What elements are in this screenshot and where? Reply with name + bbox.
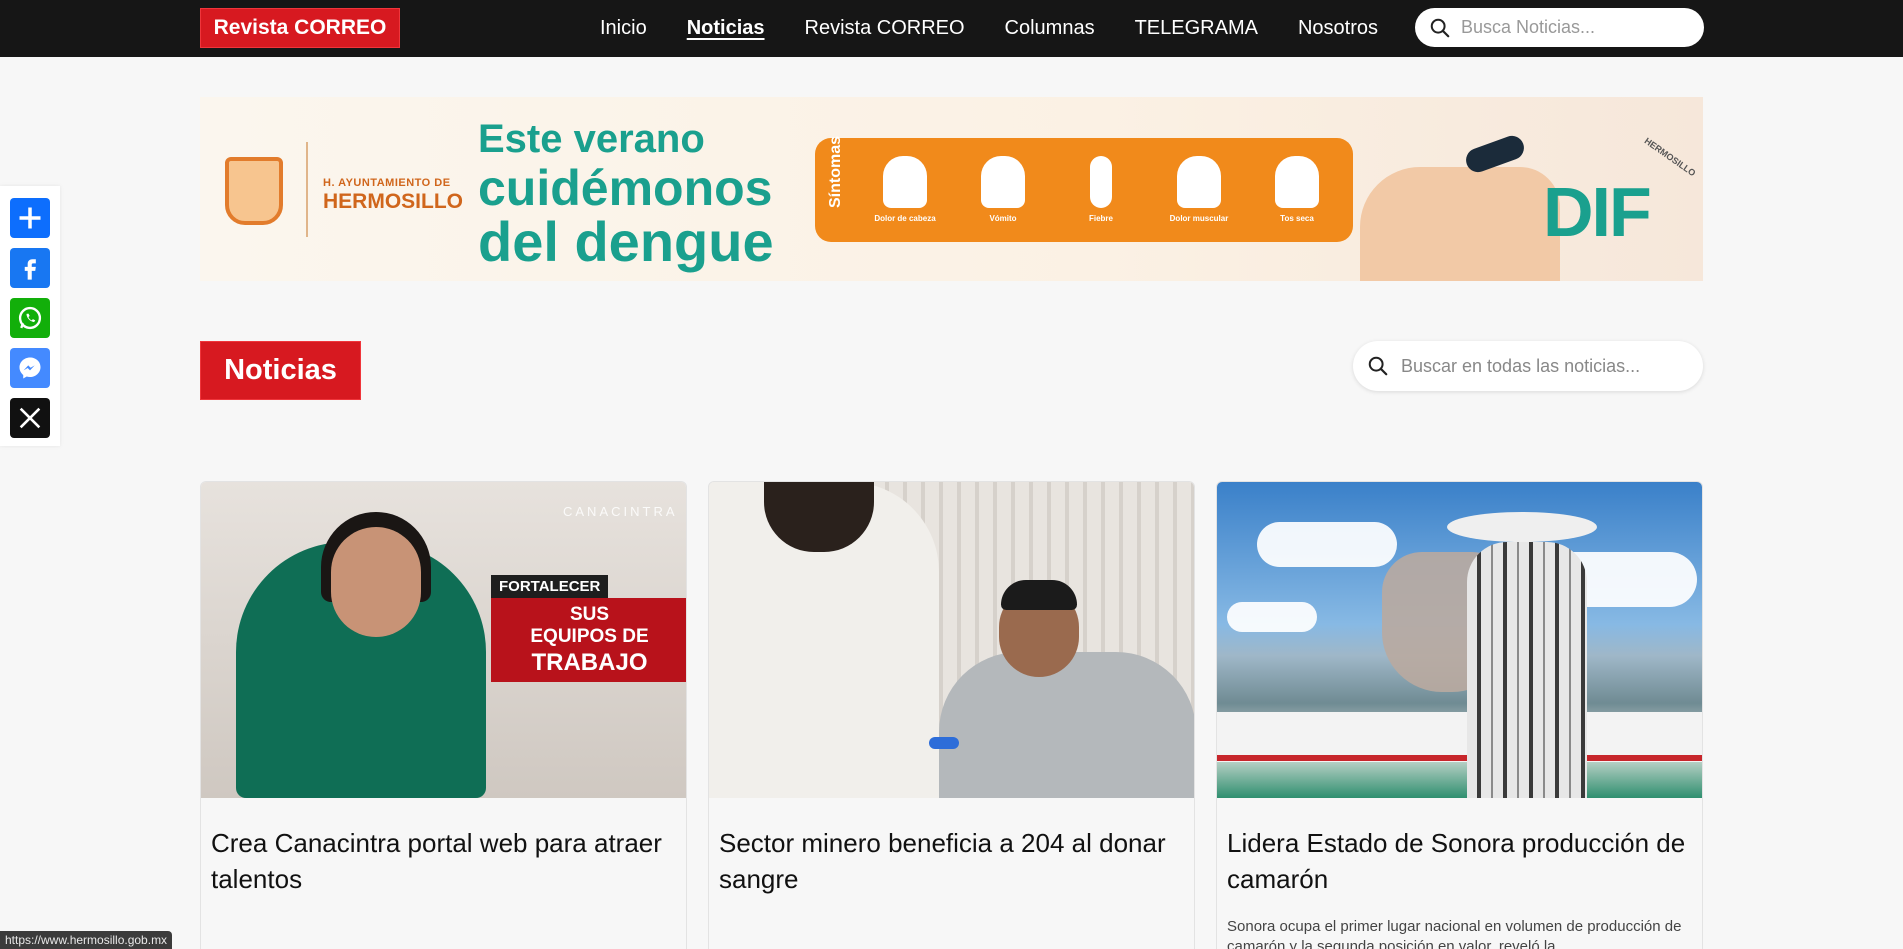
image-cloud <box>1227 602 1317 632</box>
image-boat-stripe <box>1217 755 1702 761</box>
image-caption-box: SUS EQUIPOS DE TRABAJO <box>491 598 686 682</box>
banner-headline-3: del dengue <box>478 210 774 273</box>
symptom-label: Vómito <box>989 214 1017 223</box>
image-caption-line: EQUIPOS DE <box>530 626 649 647</box>
facebook-icon <box>24 259 36 280</box>
news-card-image[interactable]: CANACINTRA FORTALECER SUS EQUIPOS DE TRA… <box>201 482 686 798</box>
top-navbar: Revista CORREO Inicio Noticias Revista C… <box>0 0 1903 57</box>
image-figure-hair <box>1001 580 1077 610</box>
banner-headline-1: Este verano <box>478 117 705 161</box>
nav-telegrama[interactable]: TELEGRAMA <box>1115 0 1278 57</box>
page-title: Noticias <box>200 341 361 400</box>
header-search[interactable] <box>1415 8 1704 47</box>
image-cloud <box>1257 522 1397 567</box>
banner-symptoms-panel: Síntomas Dolor de cabeza Vómito Fiebre D… <box>815 135 1353 242</box>
nav-revista-correo[interactable]: Revista CORREO <box>785 0 985 57</box>
news-search[interactable] <box>1353 341 1703 391</box>
x-icon <box>19 407 41 429</box>
nav-nosotros[interactable]: Nosotros <box>1278 0 1398 57</box>
symptom-item: Vómito <box>963 156 1043 223</box>
news-search-input[interactable] <box>1401 355 1691 377</box>
symptom-label: Dolor muscular <box>1169 214 1229 223</box>
brand-logo-button[interactable]: Revista CORREO <box>200 8 400 48</box>
nav-inicio[interactable]: Inicio <box>580 0 667 57</box>
symptom-label: Fiebre <box>1088 214 1113 223</box>
thermometer-icon <box>1090 156 1112 208</box>
banner-divider <box>306 142 308 237</box>
image-hat <box>1447 512 1597 542</box>
news-card[interactable]: Lidera Estado de Sonora producción de ca… <box>1216 481 1703 949</box>
main-nav: Inicio Noticias Revista CORREO Columnas … <box>580 0 1398 57</box>
headache-icon <box>883 156 927 208</box>
banner-ayuntamiento-label: H. AYUNTAMIENTO DE <box>323 177 451 189</box>
search-icon <box>1430 18 1450 37</box>
image-caption-line: TRABAJO <box>531 649 648 676</box>
news-card-title[interactable]: Lidera Estado de Sonora producción de ca… <box>1227 825 1697 897</box>
image-tag: FORTALECER <box>491 575 609 598</box>
header-search-input[interactable] <box>1461 17 1691 38</box>
dif-logo-text: DIF <box>1543 173 1652 251</box>
banner-symptoms-title: Síntomas <box>827 135 844 208</box>
share-button[interactable] <box>10 198 50 238</box>
vomit-icon <box>981 156 1025 208</box>
search-icon <box>1368 356 1388 376</box>
nav-columnas[interactable]: Columnas <box>985 0 1115 57</box>
share-facebook-button[interactable] <box>10 248 50 288</box>
share-plus-icon <box>19 207 41 229</box>
muscle-pain-icon <box>1177 156 1221 208</box>
news-card-excerpt: Sonora ocupa el primer lugar nacional en… <box>1227 918 1682 949</box>
symptom-item: Dolor muscular <box>1159 156 1239 223</box>
news-card-image[interactable] <box>1217 482 1702 798</box>
news-card[interactable]: Sector minero beneficia a 204 al donar s… <box>708 481 1195 949</box>
dif-city-label: HERMOSILLO <box>1642 135 1698 179</box>
symptom-label: Tos seca <box>1280 214 1314 223</box>
hermosillo-seal-icon <box>225 157 283 225</box>
image-glove <box>929 737 959 749</box>
image-figure <box>939 652 1194 798</box>
share-whatsapp-button[interactable] <box>10 298 50 338</box>
symptom-item: Fiebre <box>1061 156 1141 223</box>
share-sidebar <box>0 186 60 446</box>
whatsapp-icon <box>18 306 42 330</box>
news-card-image[interactable] <box>709 482 1194 798</box>
hand-illustration <box>1360 167 1560 281</box>
symptom-item: Dolor de cabeza <box>865 156 945 223</box>
news-card-title[interactable]: Crea Canacintra portal web para atraer t… <box>211 825 681 897</box>
news-card[interactable]: CANACINTRA FORTALECER SUS EQUIPOS DE TRA… <box>200 481 687 949</box>
nav-noticias[interactable]: Noticias <box>667 0 785 57</box>
news-card-title[interactable]: Sector minero beneficia a 204 al donar s… <box>719 825 1189 897</box>
share-messenger-button[interactable] <box>10 348 50 388</box>
dengue-banner-ad[interactable]: H. AYUNTAMIENTO DE HERMOSILLO Este veran… <box>200 97 1703 281</box>
cough-icon <box>1275 156 1319 208</box>
banner-hermosillo-label: HERMOSILLO <box>323 190 463 213</box>
image-figure-face <box>331 527 421 637</box>
symptom-item: Tos seca <box>1257 156 1337 223</box>
symptom-label: Dolor de cabeza <box>874 214 936 223</box>
image-caption-line: SUS <box>569 604 610 625</box>
messenger-icon <box>19 357 41 379</box>
image-figure <box>1467 542 1587 798</box>
image-watermark: CANACINTRA <box>563 504 678 519</box>
share-x-button[interactable] <box>10 398 50 438</box>
status-bar-url: https://www.hermosillo.gob.mx <box>0 931 173 949</box>
dif-logo: DIF <box>1543 172 1652 252</box>
